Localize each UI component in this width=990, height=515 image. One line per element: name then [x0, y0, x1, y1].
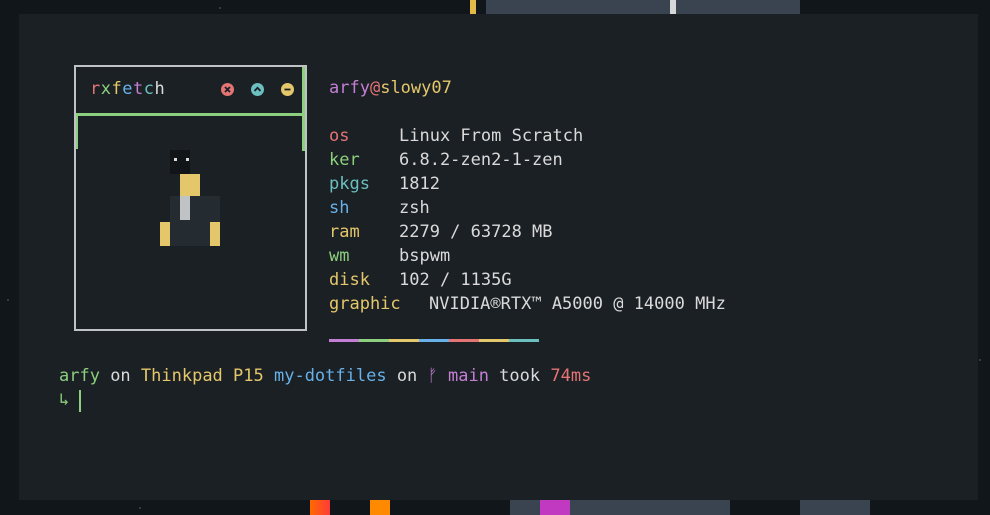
- close-icon[interactable]: [221, 83, 234, 96]
- info-key: disk: [329, 270, 370, 290]
- title-char: x: [100, 79, 112, 99]
- text-cursor[interactable]: [79, 390, 81, 412]
- wallpaper-art-bottom: [310, 500, 910, 515]
- at-sign: @: [369, 78, 381, 98]
- info-key: pkgs: [329, 174, 370, 194]
- info-key: sh: [329, 198, 350, 218]
- prompt-directory: my-dotfiles: [273, 366, 387, 386]
- info-key: ker: [329, 150, 360, 170]
- maximize-icon[interactable]: [251, 83, 264, 96]
- git-branch-icon: ᚠ: [427, 366, 438, 386]
- prompt-branch: main: [447, 366, 489, 386]
- palette-swatch: [479, 339, 509, 342]
- rxfetch-logo-box: rxfetch: [74, 65, 307, 331]
- info-value: 2279 / 63728 MB: [399, 222, 553, 242]
- wallpaper-art-top: [470, 0, 820, 14]
- palette-swatch: [389, 339, 419, 342]
- color-palette-bar: [329, 339, 539, 342]
- title-char: r: [90, 79, 101, 99]
- info-value: Linux From Scratch: [399, 126, 584, 146]
- palette-swatch: [359, 339, 389, 342]
- box-separator: [76, 113, 305, 116]
- prompt-machine: Thinkpad P15: [140, 366, 264, 386]
- title-char: f: [111, 79, 123, 99]
- info-value: bspwm: [399, 246, 451, 266]
- palette-swatch: [449, 339, 479, 342]
- host-name: slowy07: [380, 78, 452, 98]
- palette-swatch: [419, 339, 449, 342]
- terminal-window[interactable]: rxfetch arfy@slowy07 os Linux From Scrat…: [19, 14, 978, 500]
- info-key: os: [329, 126, 350, 146]
- shell-prompt: arfy on Thinkpad P15 my-dotfiles on ᚠ ma…: [59, 366, 591, 386]
- info-value: 1812: [399, 174, 440, 194]
- prompt-on: on: [99, 366, 141, 386]
- title-char: e: [122, 79, 133, 99]
- palette-swatch: [509, 339, 539, 342]
- palette-swatch: [329, 339, 359, 342]
- title-char: h: [154, 79, 166, 99]
- info-value: NVIDIA®RTX™ A5000 @ 14000 MHz: [429, 294, 726, 314]
- title-char: c: [143, 79, 155, 99]
- minimize-icon[interactable]: [281, 83, 294, 96]
- prompt-duration: 74ms: [550, 366, 592, 386]
- info-key: wm: [329, 246, 350, 266]
- prompt-arrow-icon: ↳: [59, 390, 70, 410]
- box-title: rxfetch: [90, 79, 165, 99]
- info-value: 102 / 1135G: [399, 270, 512, 290]
- info-key: graphic: [329, 294, 401, 314]
- info-value: 6.8.2-zen2-1-zen: [399, 150, 563, 170]
- info-key: ram: [329, 222, 360, 242]
- user-name: arfy: [329, 78, 370, 98]
- box-accent-left: [76, 113, 78, 149]
- user-host: arfy@slowy07: [329, 78, 452, 98]
- penguin-logo-icon: [160, 150, 220, 246]
- box-accent-right: [302, 67, 305, 151]
- prompt-user: arfy: [59, 366, 100, 386]
- prompt-on: on: [386, 366, 428, 386]
- prompt-took: took: [488, 366, 551, 386]
- title-char: t: [133, 79, 144, 99]
- info-value: zsh: [399, 198, 430, 218]
